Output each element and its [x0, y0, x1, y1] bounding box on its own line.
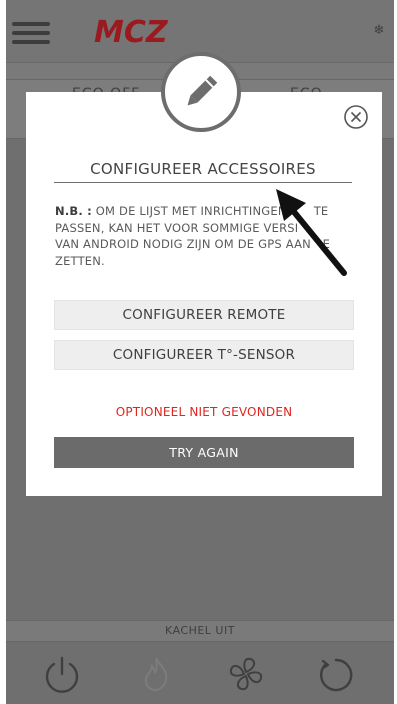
note-line-1b: TE: [313, 204, 329, 218]
note-line-4: ZETTEN.: [55, 253, 105, 268]
hamburger-icon[interactable]: [12, 22, 50, 44]
configure-sensor-button[interactable]: CONFIGUREER T°-SENSOR: [54, 340, 354, 370]
flame-icon[interactable]: [134, 652, 178, 696]
configure-accessories-dialog: [26, 92, 382, 496]
snowflake-icon[interactable]: ❄: [372, 24, 386, 38]
try-again-button[interactable]: TRY AGAIN: [54, 437, 354, 468]
note-line-2: PASSEN, KAN HET VOOR SOMMIGE VERSI: [55, 220, 299, 235]
screen: MCZ ❄ ECO OFF ECO KACHEL UIT: [0, 0, 397, 704]
note-line-3b: E: [322, 237, 331, 251]
not-found-message: OPTIONEEL NIET GEVONDEN: [115, 405, 293, 419]
note-line-1: OM DE LIJST MET INRICHTINGEN: [91, 204, 287, 218]
configure-remote-button[interactable]: CONFIGUREER REMOTE: [54, 300, 354, 330]
edit-badge: [161, 52, 241, 132]
pencil-icon: [187, 75, 218, 106]
note-line-3: VAN ANDROID NODIG ZIJN OM DE GPS AAN: [55, 237, 311, 251]
power-icon[interactable]: [40, 652, 84, 696]
mcz-logo: MCZ: [94, 15, 169, 48]
svg-text:MCZ: MCZ: [94, 15, 169, 48]
bottom-bar: [6, 642, 394, 704]
gps-note: N.B. : OM DE LIJST MET INRICHTINGEN TE P…: [55, 203, 351, 269]
close-circle-icon[interactable]: [343, 104, 369, 130]
dialog-title: CONFIGUREER ACCESSOIRES: [54, 160, 352, 183]
stove-status: KACHEL UIT: [6, 620, 394, 642]
note-label: N.B. :: [55, 204, 92, 218]
fan-icon[interactable]: [224, 652, 268, 696]
refresh-icon[interactable]: [312, 652, 356, 696]
